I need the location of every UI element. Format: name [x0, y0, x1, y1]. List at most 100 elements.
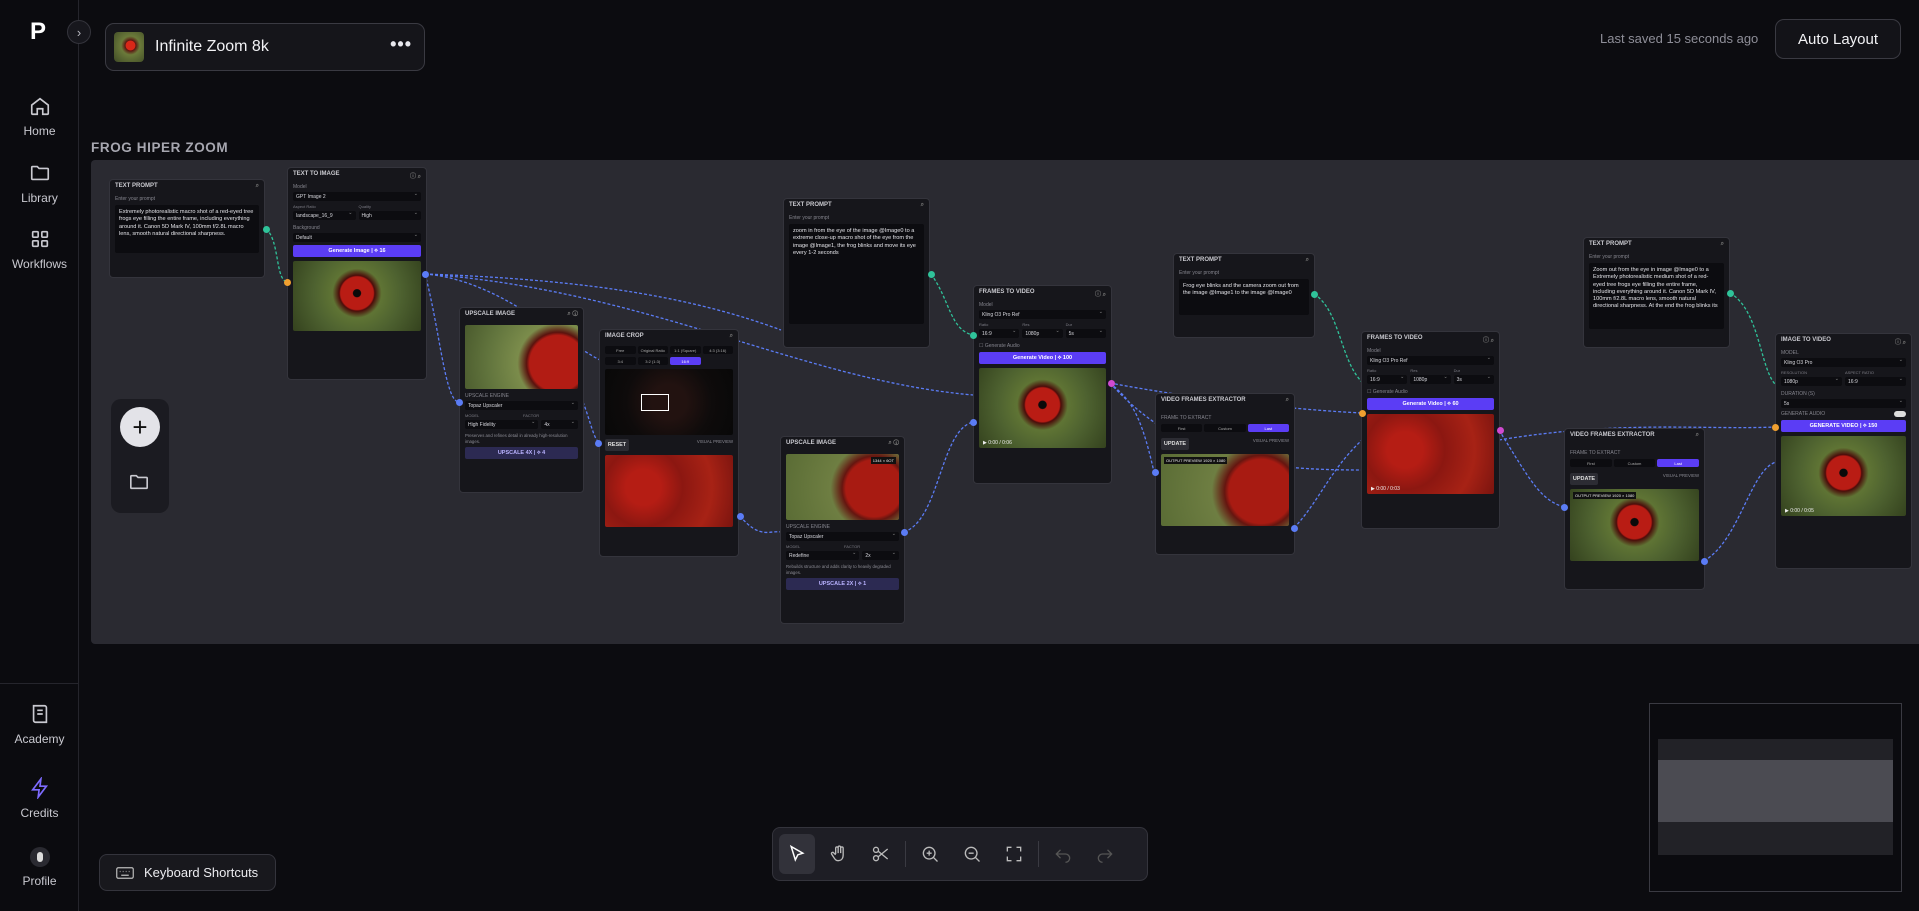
search-icon[interactable]: ⌕: [921, 202, 924, 212]
model-select[interactable]: High Fidelity: [465, 419, 539, 429]
generate-audio-toggle[interactable]: [1894, 411, 1906, 417]
model-select[interactable]: Redefine: [786, 550, 860, 560]
factor-select[interactable]: 4x: [541, 419, 578, 429]
node-port[interactable]: [1359, 410, 1366, 417]
node-text-prompt[interactable]: TEXT PROMPT ⌕ Enter your prompt Extremely…: [109, 179, 265, 278]
zoom-in-button[interactable]: [912, 834, 948, 874]
node-image-to-video[interactable]: IMAGE TO VIDEO ⓘ ⌕ MODEL Kling O3 Pro RES…: [1775, 333, 1912, 569]
update-button[interactable]: UPDATE: [1161, 438, 1189, 450]
reset-button[interactable]: RESET: [605, 439, 629, 451]
upscale-button[interactable]: UPSCALE 4X | ⟡ 4: [465, 447, 578, 459]
node-port[interactable]: [1108, 380, 1115, 387]
model-select[interactable]: Kling O3 Pro Ref: [1367, 355, 1494, 365]
generate-video-button[interactable]: Generate Video | ⟡ 60: [1367, 398, 1494, 410]
minimap-viewport[interactable]: [1658, 760, 1893, 822]
undo-button[interactable]: [1045, 834, 1081, 874]
node-frames-to-video[interactable]: FRAMES TO VIDEO ⓘ ⌕ Model Kling O3 Pro Re…: [973, 285, 1112, 484]
video-controls[interactable]: ▶ 0:00 / 0:03: [1367, 484, 1404, 494]
model-select[interactable]: Kling O3 Pro Ref: [979, 309, 1106, 319]
ratio-select[interactable]: 16:9: [979, 328, 1020, 338]
node-text-prompt[interactable]: TEXT PROMPT ⌕ Enter your prompt Frog eye …: [1173, 253, 1315, 338]
node-port[interactable]: [1497, 427, 1504, 434]
node-port[interactable]: [1727, 290, 1734, 297]
node-port[interactable]: [1311, 291, 1318, 298]
search-icon[interactable]: ⌕: [1306, 257, 1309, 267]
generated-image[interactable]: [293, 261, 421, 331]
ratio-select[interactable]: 16:9: [1367, 374, 1408, 384]
crop-ratio-3-4[interactable]: 3:4: [605, 357, 636, 365]
search-icon[interactable]: ⌕: [1721, 241, 1724, 251]
resolution-select[interactable]: 1080p: [1022, 328, 1063, 338]
node-upscale-image[interactable]: UPSCALE IMAGE ⌕ ⓘ 1344 × 6OT UPSCALE ENGI…: [780, 436, 905, 624]
prompt-textarea[interactable]: zoom in from the eye of the image @Image…: [789, 224, 924, 324]
node-port[interactable]: [970, 419, 977, 426]
info-icon[interactable]: ⓘ ⌕: [1483, 335, 1494, 345]
ratio-select[interactable]: landscape_16_9: [293, 210, 356, 220]
node-port[interactable]: [1772, 424, 1779, 431]
zoom-out-button[interactable]: [954, 834, 990, 874]
node-port[interactable]: [595, 440, 602, 447]
ratio-select[interactable]: 16:9: [1845, 376, 1906, 386]
video-player[interactable]: ▶ 0:00 / 0:05: [1781, 436, 1906, 516]
node-image-crop[interactable]: IMAGE CROP ⌕ Free Original Ratio 1:1 (Squ…: [599, 329, 739, 557]
node-port[interactable]: [284, 279, 291, 286]
frame-custom[interactable]: Custom: [1613, 459, 1656, 467]
search-icon[interactable]: ⌕: [256, 183, 259, 193]
select-tool-button[interactable]: [779, 834, 815, 874]
node-port[interactable]: [737, 513, 744, 520]
frame-first[interactable]: First: [1570, 459, 1612, 467]
redo-button[interactable]: [1087, 834, 1123, 874]
prompt-textarea[interactable]: Zoom out from the eye in image @Image0 t…: [1589, 263, 1724, 329]
engine-select[interactable]: Topaz Upscaler: [786, 531, 899, 541]
node-port[interactable]: [901, 529, 908, 536]
node-frames-to-video[interactable]: FRAMES TO VIDEO ⓘ ⌕ Model Kling O3 Pro Re…: [1361, 331, 1500, 529]
duration-select[interactable]: 3s: [1453, 374, 1494, 384]
cut-tool-button[interactable]: [863, 834, 899, 874]
node-port[interactable]: [970, 332, 977, 339]
factor-select[interactable]: 2x: [862, 550, 899, 560]
crop-ratio-square[interactable]: 1:1 (Square): [670, 346, 701, 354]
upscaled-image[interactable]: [465, 325, 578, 389]
generate-video-button[interactable]: GENERATE VIDEO | ⟡ 150: [1781, 420, 1906, 432]
node-port[interactable]: [1152, 469, 1159, 476]
crop-ratio-free[interactable]: Free: [605, 346, 636, 354]
upscale-button[interactable]: UPSCALE 2X | ⟡ 1: [786, 578, 899, 590]
prompt-textarea[interactable]: Frog eye blinks and the camera zoom out …: [1179, 279, 1309, 315]
crop-ratio-16-9[interactable]: 16:9: [670, 357, 701, 365]
resolution-select[interactable]: 1080p: [1781, 376, 1842, 386]
node-port[interactable]: [1561, 504, 1568, 511]
extracted-frame[interactable]: OUTPUT PREVIEW 1920 × 1080: [1161, 454, 1289, 526]
node-port[interactable]: [1701, 558, 1708, 565]
resolution-select[interactable]: 1080p: [1410, 374, 1451, 384]
crop-canvas[interactable]: [605, 369, 733, 435]
quality-select[interactable]: High: [358, 210, 421, 220]
node-port[interactable]: [1291, 525, 1298, 532]
cropped-image[interactable]: [605, 455, 733, 527]
model-select[interactable]: GPT Image 2: [293, 191, 421, 201]
frame-first[interactable]: First: [1161, 424, 1203, 432]
background-select[interactable]: Default: [293, 232, 421, 242]
crop-ratio-3-2[interactable]: 3:2 (1:3): [637, 357, 668, 365]
generate-audio-checkbox[interactable]: ☐ Generate Audio: [1367, 389, 1494, 395]
node-upscale-image[interactable]: UPSCALE IMAGE ⌕ ⓘ UPSCALE ENGINE Topaz Up…: [459, 307, 584, 493]
duration-select[interactable]: 5s: [1781, 398, 1906, 408]
crop-ratio-4-3[interactable]: 4:3 (3:16): [702, 346, 733, 354]
add-node-button[interactable]: +: [120, 407, 160, 447]
node-text-prompt[interactable]: TEXT PROMPT ⌕ Enter your prompt zoom in f…: [783, 198, 930, 348]
node-port[interactable]: [928, 271, 935, 278]
node-video-frames-extractor[interactable]: VIDEO FRAMES EXTRACTOR ⌕ FRAME TO EXTRACT…: [1564, 428, 1705, 590]
info-icon[interactable]: ⓘ ⌕: [410, 171, 421, 181]
keyboard-shortcuts-button[interactable]: Keyboard Shortcuts: [99, 854, 276, 891]
info-icon[interactable]: ⓘ ⌕: [1895, 337, 1906, 347]
search-icon[interactable]: ⌕: [1696, 432, 1699, 442]
fit-view-button[interactable]: [996, 834, 1032, 874]
video-controls[interactable]: ▶ 0:00 / 0:05: [1781, 506, 1818, 516]
generate-video-button[interactable]: Generate Video | ⟡ 100: [979, 352, 1106, 364]
node-port[interactable]: [263, 226, 270, 233]
node-text-to-image[interactable]: TEXT TO IMAGE ⓘ ⌕ Model GPT Image 2 Aspec…: [287, 167, 427, 380]
info-icon[interactable]: ⓘ ⌕: [1095, 289, 1106, 299]
update-button[interactable]: UPDATE: [1570, 473, 1598, 485]
node-port[interactable]: [456, 399, 463, 406]
assets-button[interactable]: [128, 472, 150, 497]
search-icon[interactable]: ⌕: [730, 333, 733, 343]
